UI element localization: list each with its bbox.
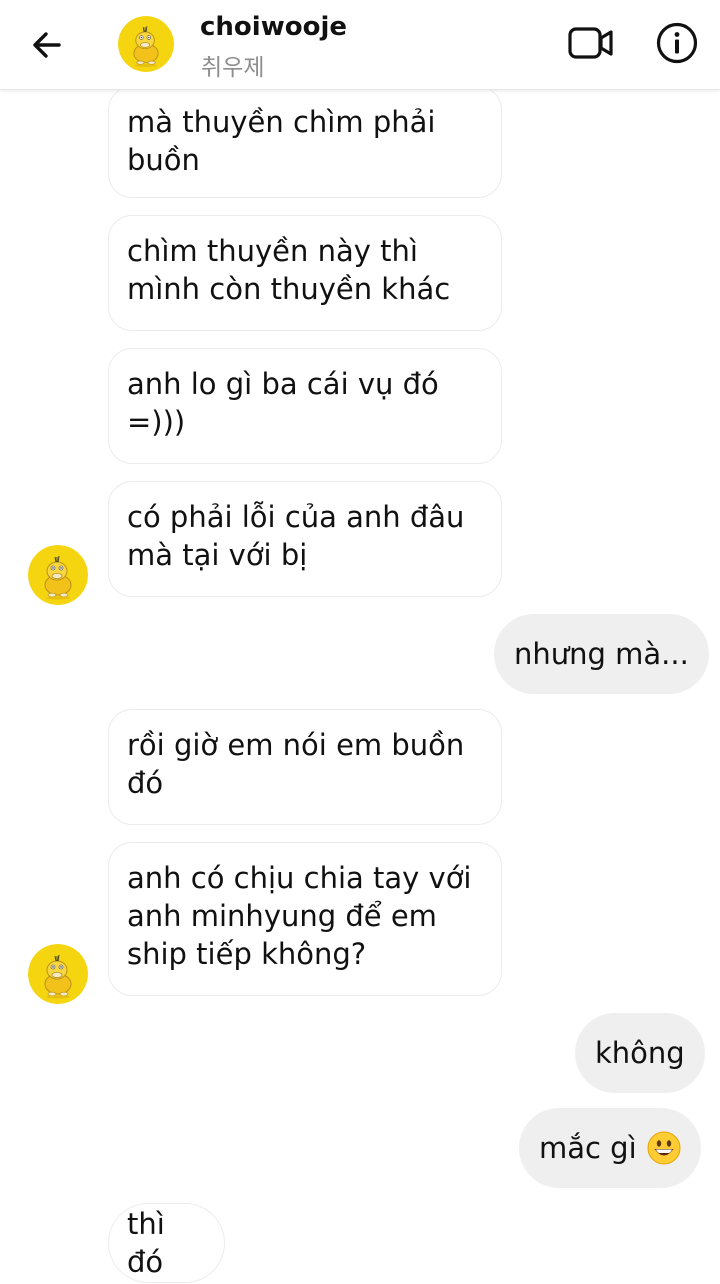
message-bubble-sent[interactable]: nhưng mà... [494, 614, 709, 694]
message-bubble-sent[interactable]: mắc gì [519, 1108, 701, 1188]
message-bubble-sent[interactable]: không [575, 1013, 705, 1093]
sender-avatar[interactable] [28, 545, 88, 605]
contact-name[interactable]: choiwooje [200, 12, 347, 42]
contact-avatar[interactable] [118, 16, 174, 72]
message-text: chìm thuyền này thì mình còn thuyền khác [127, 234, 451, 306]
back-button[interactable] [24, 22, 70, 68]
message-text: thì đó [127, 1207, 165, 1279]
message-bubble-received[interactable]: rồi giờ em nói em buồn đó [108, 709, 502, 825]
contact-subtitle: 취우제 [201, 55, 265, 81]
message-bubble-received[interactable]: anh có chịu chia tay với anh minhyung để… [108, 842, 502, 996]
message-text: anh có chịu chia tay với anh minhyung để… [127, 861, 472, 971]
message-bubble-received[interactable]: có phải lỗi của anh đâu mà tại với bị [108, 481, 502, 597]
message-text: không [595, 1036, 685, 1070]
chat-header: choiwooje 취우제 [0, 0, 720, 90]
message-bubble-received[interactable]: chìm thuyền này thì mình còn thuyền khác [108, 215, 502, 331]
video-camera-icon [568, 27, 613, 59]
message-text: rồi giờ em nói em buồn đó [127, 728, 465, 800]
message-bubble-received[interactable]: mà thuyền chìm phải buồn [108, 86, 502, 198]
message-text: mà thuyền chìm phải buồn [127, 105, 436, 177]
info-icon [656, 22, 698, 64]
info-button[interactable] [654, 20, 700, 66]
message-bubble-received[interactable]: thì đó [108, 1203, 225, 1283]
message-text: có phải lỗi của anh đâu mà tại với bị [127, 500, 465, 572]
message-text: anh lo gì ba cái vụ đó =))) [127, 367, 439, 439]
arrow-left-icon [33, 32, 61, 58]
video-call-button[interactable] [566, 20, 616, 66]
message-bubble-received[interactable]: anh lo gì ba cái vụ đó =))) [108, 348, 502, 464]
message-text: nhưng mà... [514, 637, 689, 671]
grinning-face-emoji [647, 1131, 681, 1165]
sender-avatar[interactable] [28, 944, 88, 1004]
message-text: mắc gì [539, 1131, 637, 1165]
